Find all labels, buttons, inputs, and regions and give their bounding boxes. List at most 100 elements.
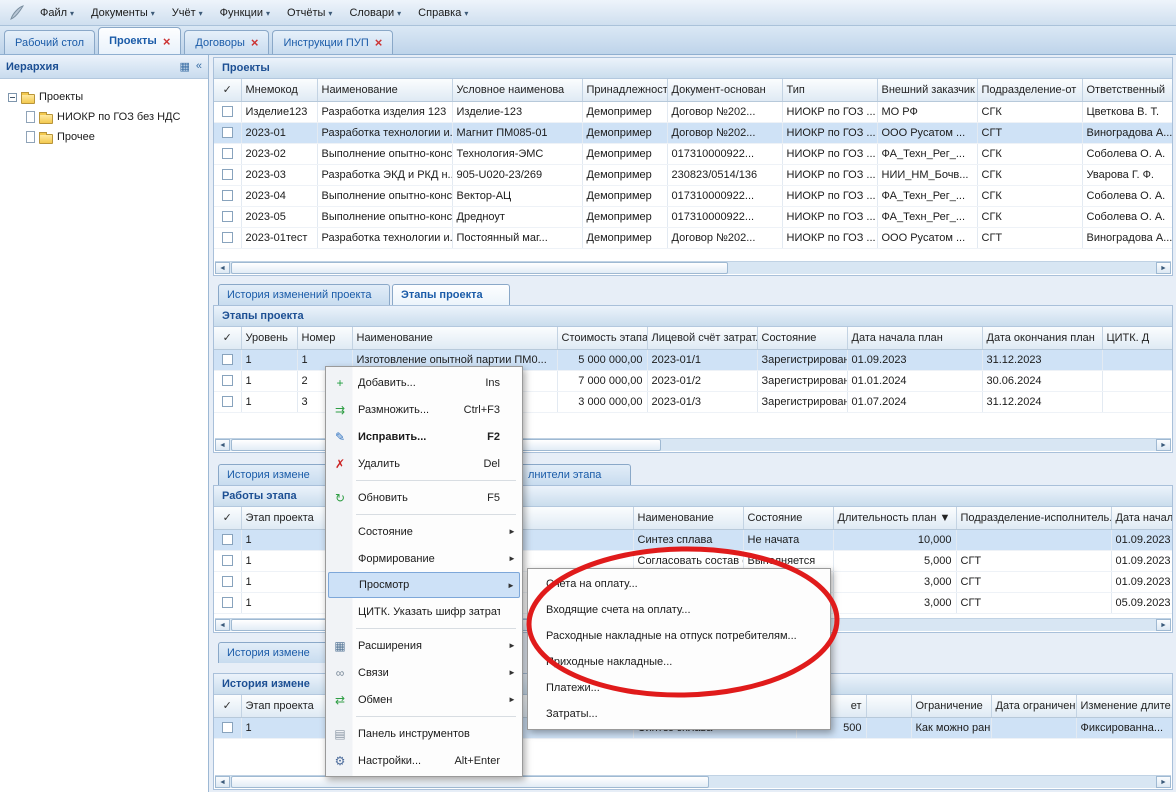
- menubar-item[interactable]: Функции▾: [212, 2, 279, 24]
- context-menu-item[interactable]: ⇉Размножить...Ctrl+F3: [328, 396, 520, 423]
- row-select-cell[interactable]: [214, 592, 241, 613]
- column-header[interactable]: Принадлежность: [582, 79, 667, 101]
- scroll-thumb[interactable]: [231, 776, 709, 788]
- context-menu-item[interactable]: ↻ОбновитьF5: [328, 484, 520, 511]
- scroll-right-icon[interactable]: ►: [1156, 619, 1171, 631]
- scroll-thumb[interactable]: [231, 262, 728, 274]
- submenu-item[interactable]: Входящие счета на оплату...: [530, 597, 828, 623]
- context-menu-item[interactable]: ∞Связи►: [328, 659, 520, 686]
- context-menu-item[interactable]: Состояние►: [328, 518, 520, 545]
- row-checkbox[interactable]: [222, 597, 233, 608]
- row-checkbox[interactable]: [222, 127, 233, 138]
- context-menu-item[interactable]: +Добавить...Ins: [328, 369, 520, 396]
- column-header[interactable]: ЦИТК. Д: [1102, 327, 1172, 349]
- column-header[interactable]: Номер: [297, 327, 352, 349]
- tree-item[interactable]: Прочее: [6, 127, 208, 147]
- submenu-item[interactable]: Приходные накладные...: [530, 649, 828, 675]
- menubar-item[interactable]: Файл▾: [32, 2, 83, 24]
- projects-hscroll[interactable]: ◄►: [215, 261, 1171, 274]
- tree-item[interactable]: НИОКР по ГОЗ без НДС: [6, 107, 208, 127]
- row-select-cell[interactable]: [214, 227, 241, 248]
- column-header[interactable]: Дата ограничения: [991, 695, 1076, 717]
- collapse-panel-icon[interactable]: «: [196, 60, 202, 73]
- row-select-cell[interactable]: [214, 349, 241, 370]
- row-select-cell[interactable]: [214, 185, 241, 206]
- column-header[interactable]: Условное наименова: [452, 79, 582, 101]
- tab-close-icon[interactable]: ×: [375, 36, 383, 49]
- column-header[interactable]: Наименование: [317, 79, 452, 101]
- row-checkbox[interactable]: [222, 555, 233, 566]
- column-header[interactable]: Документ-основан: [667, 79, 782, 101]
- column-header[interactable]: Этап проекта: [241, 695, 329, 717]
- tree-expander-icon[interactable]: [8, 93, 17, 102]
- column-header[interactable]: Уровень: [241, 327, 297, 349]
- main-tab[interactable]: Рабочий стол: [4, 30, 95, 54]
- scroll-right-icon[interactable]: ►: [1156, 776, 1171, 788]
- row-checkbox[interactable]: [222, 169, 233, 180]
- scroll-left-icon[interactable]: ◄: [215, 439, 230, 451]
- column-header[interactable]: Дата начала план: [847, 327, 982, 349]
- table-row[interactable]: 2023-04Выполнение опытно-конс...Вектор-А…: [214, 185, 1172, 206]
- column-header[interactable]: Изменение длите: [1076, 695, 1172, 717]
- column-header[interactable]: Наименование: [633, 507, 743, 529]
- context-menu-item[interactable]: ✗УдалитьDel: [328, 450, 520, 477]
- table-row[interactable]: 2023-01Разработка технологии и...Магнит …: [214, 122, 1172, 143]
- menubar-item[interactable]: Словари▾: [341, 2, 410, 24]
- row-checkbox[interactable]: [222, 722, 233, 733]
- select-all-header[interactable]: ✓: [214, 507, 241, 529]
- row-checkbox[interactable]: [222, 396, 233, 407]
- scroll-right-icon[interactable]: ►: [1156, 439, 1171, 451]
- row-checkbox[interactable]: [222, 232, 233, 243]
- table-row[interactable]: 2023-02Выполнение опытно-конс...Технолог…: [214, 143, 1172, 164]
- menubar-item[interactable]: Отчёты▾: [279, 2, 341, 24]
- row-select-cell[interactable]: [214, 122, 241, 143]
- table-row[interactable]: 2023-03Разработка ЭКД и РКД н...905-U020…: [214, 164, 1172, 185]
- tab-close-icon[interactable]: ×: [163, 35, 171, 48]
- row-checkbox[interactable]: [222, 148, 233, 159]
- context-menu-item[interactable]: ✎Исправить...F2: [328, 423, 520, 450]
- submenu-item[interactable]: Расходные накладные на отпуск потребител…: [530, 623, 828, 649]
- menubar-item[interactable]: Документы▾: [83, 2, 164, 24]
- column-header[interactable]: Внешний заказчик: [877, 79, 977, 101]
- context-menu-item[interactable]: ⚙Настройки...Alt+Enter: [328, 747, 520, 774]
- row-checkbox[interactable]: [222, 576, 233, 587]
- column-header[interactable]: Ограничение: [911, 695, 991, 717]
- table-row[interactable]: 2023-05Выполнение опытно-конс...Дредноут…: [214, 206, 1172, 227]
- context-menu-item[interactable]: ЦИТК. Указать шифр затрат..: [328, 598, 520, 625]
- column-header[interactable]: [866, 695, 911, 717]
- context-menu-item[interactable]: ⇄Обмен►: [328, 686, 520, 713]
- main-tab[interactable]: Проекты×: [98, 27, 181, 54]
- section-tab[interactable]: История изменений проекта: [218, 284, 390, 305]
- context-menu-item[interactable]: ▦Расширения►: [328, 632, 520, 659]
- row-select-cell[interactable]: [214, 529, 241, 550]
- row-select-cell[interactable]: [214, 550, 241, 571]
- column-header[interactable]: Стоимость этапа: [557, 327, 647, 349]
- grid-view-icon[interactable]: ▦: [179, 60, 189, 73]
- column-header[interactable]: Длительность план ▼: [833, 507, 956, 529]
- row-select-cell[interactable]: [214, 717, 241, 738]
- row-checkbox[interactable]: [222, 354, 233, 365]
- row-checkbox[interactable]: [222, 375, 233, 386]
- column-header[interactable]: Состояние: [757, 327, 847, 349]
- row-checkbox[interactable]: [222, 211, 233, 222]
- submenu-item[interactable]: Затраты...: [530, 701, 828, 727]
- section-tab[interactable]: Этапы проекта: [392, 284, 510, 305]
- table-row[interactable]: Изделие123Разработка изделия 123Изделие-…: [214, 101, 1172, 122]
- row-select-cell[interactable]: [214, 206, 241, 227]
- submenu-item[interactable]: Платежи...: [530, 675, 828, 701]
- row-select-cell[interactable]: [214, 391, 241, 412]
- row-select-cell[interactable]: [214, 164, 241, 185]
- column-header[interactable]: Мнемокод: [241, 79, 317, 101]
- select-all-header[interactable]: ✓: [214, 79, 241, 101]
- column-header[interactable]: Состояние: [743, 507, 833, 529]
- column-header[interactable]: Ответственный: [1082, 79, 1172, 101]
- column-header[interactable]: Тип: [782, 79, 877, 101]
- scroll-right-icon[interactable]: ►: [1156, 262, 1171, 274]
- row-checkbox[interactable]: [222, 534, 233, 545]
- section-tab[interactable]: лнители этапа: [519, 464, 631, 485]
- main-tab[interactable]: Договоры×: [184, 30, 269, 54]
- row-select-cell[interactable]: [214, 571, 241, 592]
- column-header[interactable]: Подразделение-исполнитель..: [956, 507, 1111, 529]
- row-checkbox[interactable]: [222, 106, 233, 117]
- row-select-cell[interactable]: [214, 370, 241, 391]
